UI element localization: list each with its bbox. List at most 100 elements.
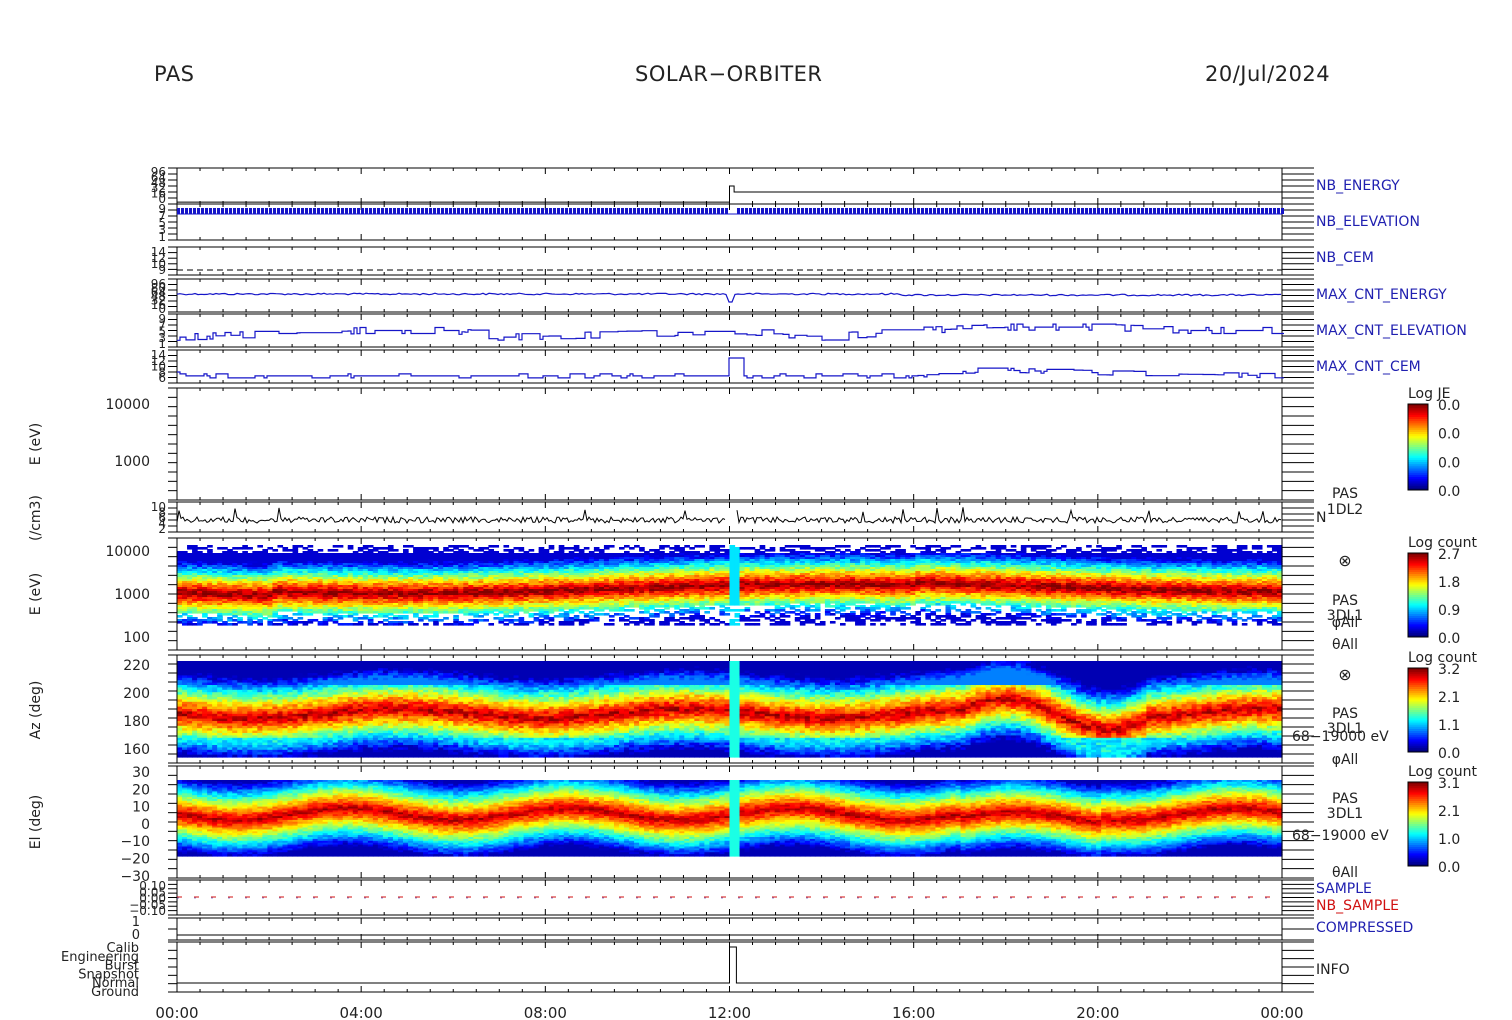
spec-3dl1-cell [584, 621, 590, 624]
nb-elevation-mark [689, 208, 692, 214]
spec-3dl1-cell [519, 609, 525, 612]
nb-elevation-mark [1121, 208, 1124, 214]
nb-elevation-mark [665, 208, 668, 214]
spec-1dl2-border [177, 388, 1282, 500]
nb-elevation-mark [365, 208, 368, 214]
spec-3dl1-cell [634, 605, 640, 608]
nb-elevation-mark [1053, 208, 1056, 214]
nb-elevation-mark [1017, 208, 1020, 214]
nb-elevation-mark [1221, 208, 1224, 214]
spec-3dl1-cell [574, 609, 580, 612]
nb-elevation-mark [297, 208, 300, 214]
nb-elevation-mark [573, 208, 576, 214]
spec-3dl1-cell [478, 611, 484, 614]
nb-elevation-mark [889, 208, 892, 214]
spec-3dl1-cell [328, 619, 334, 622]
spec-3dl1-cell [488, 623, 494, 626]
density-side-label: PAS [1332, 486, 1358, 502]
spec-1dl2-colorbar-tick-label: 0.0 [1438, 398, 1460, 414]
spec-3dl1-cell [333, 545, 339, 548]
spec-3dl1-cell [448, 611, 454, 614]
spec-3dl1-cell [237, 547, 243, 550]
spec-3dl1-cell [418, 619, 424, 622]
spec-3dl1-cell [503, 615, 509, 618]
spec-3dl1-cell [559, 609, 565, 612]
spec-3dl1-cell [398, 617, 404, 620]
spec-3dl1-cell [564, 607, 570, 610]
spec-3dl1-cell [669, 619, 675, 622]
nb-elevation-mark [1229, 208, 1232, 214]
nb-elevation-mark [289, 208, 292, 214]
nb-elevation-mark [905, 208, 908, 214]
nb-elevation-mark [1045, 208, 1048, 214]
spec-3dl1-cell [539, 615, 545, 618]
spec-3dl1-cell [388, 549, 394, 552]
spec-3dl1-cell [333, 549, 339, 552]
spec-3dl1-cell [534, 619, 540, 622]
spec-3dl1-cell [433, 615, 439, 618]
spec-3dl1-cell [519, 623, 525, 626]
spec-3dl1-cell [192, 619, 198, 622]
nb-elevation-mark [1273, 208, 1276, 214]
spec-3dl1-cell [222, 547, 228, 550]
nb-elevation-mark [381, 208, 384, 214]
nb-elevation-mark [673, 208, 676, 214]
nb-elevation-mark [401, 208, 404, 214]
nb-elevation-mark [1113, 208, 1116, 214]
spec-3dl1-cell [313, 611, 319, 614]
spec-3dl1-cell [669, 605, 675, 608]
spec-3dl1-cell [699, 545, 705, 548]
spec-3dl1-cell [333, 615, 339, 618]
spec-3dl1-cell [624, 545, 630, 548]
nb-elevation-mark [405, 208, 408, 214]
nb-elevation-mark [1161, 208, 1164, 214]
spec-3dl1-cell [604, 623, 610, 626]
nb-elevation-mark [1205, 208, 1208, 214]
nb-elevation-mark [781, 208, 784, 214]
spec-3dl1-cell [579, 607, 585, 610]
spec-3dl1-cell [524, 623, 530, 626]
nb-elevation-mark [369, 208, 372, 214]
nb-elevation-mark [333, 208, 336, 214]
spec-3dl1-cell [569, 547, 575, 550]
spec-3dl1-cell [493, 613, 499, 616]
spec-3dl1-cell [609, 545, 615, 548]
spec-3dl1-cell [649, 607, 655, 610]
nb-elevation-mark [929, 208, 932, 214]
nb-elevation-mark [353, 208, 356, 214]
spec-3dl1-cells [177, 545, 1283, 626]
nb-elevation-mark [621, 208, 624, 214]
spec-3dl1-cell [704, 611, 710, 614]
nb-elevation-mark [645, 208, 648, 214]
nb-elevation-mark [1193, 208, 1196, 214]
spec-3dl1-cell [614, 613, 620, 616]
nb-elevation-mark [357, 208, 360, 214]
spec-3dl1-cell [453, 611, 459, 614]
nb-elevation-mark [177, 208, 180, 214]
spec-3dl1-cell [423, 617, 429, 620]
spec-3dl1-cell [554, 615, 560, 618]
spec-3dl1-cell [629, 609, 635, 612]
spec-3dl1-cell [468, 623, 474, 626]
spec-3dl1-cell [232, 615, 238, 618]
spec-3dl1-cell [232, 623, 238, 626]
spec-3dl1-cell [323, 613, 329, 616]
spec-3dl1-cell [428, 615, 434, 618]
spec-3dl1-cell [654, 615, 660, 618]
nb-elevation-mark [1145, 208, 1148, 214]
nb-elevation-mark [409, 208, 412, 214]
spec-3dl1-cell [398, 611, 404, 614]
spec-3dl1-cell [569, 623, 575, 626]
spec-3dl1-cell [348, 615, 354, 618]
nb-elevation-mark [449, 208, 452, 214]
nb-elevation-mark [1269, 208, 1272, 214]
nb-elevation-mark [809, 208, 812, 214]
nb-elevation-mark [1049, 208, 1052, 214]
spec-3dl1-cell [338, 623, 344, 626]
spec-3dl1-cell [579, 623, 585, 626]
nb-elevation-mark [293, 208, 296, 214]
spec-3dl1-cell [574, 619, 580, 622]
spec-3dl1-cell [262, 613, 268, 616]
nb-elevation-mark [1173, 208, 1176, 214]
nb-elevation-mark [1005, 208, 1008, 214]
